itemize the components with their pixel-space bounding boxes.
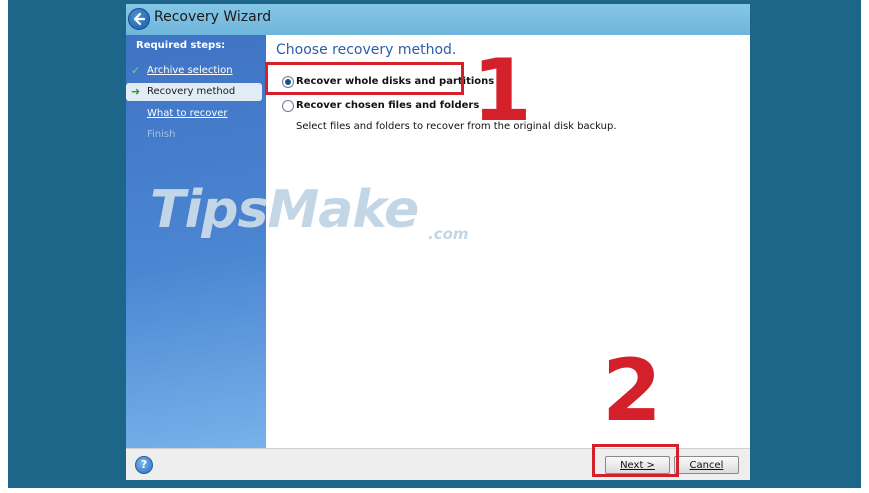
sidebar-item-label: Archive selection (147, 65, 233, 76)
step-marker-1: 1 (472, 41, 532, 141)
sidebar-item-finish: Finish (126, 126, 266, 144)
sidebar-item-recovery-method[interactable]: ➜ Recovery method (126, 83, 262, 101)
sidebar-item-label: Recovery method (147, 86, 236, 97)
option-description: Select files and folders to recover from… (296, 121, 617, 132)
image-border-bottom (0, 488, 869, 493)
title-bar: Recovery Wizard (126, 4, 750, 35)
window-title: Recovery Wizard (154, 9, 272, 25)
radio-button[interactable] (282, 100, 294, 112)
sidebar-item-label: Finish (147, 129, 176, 140)
back-arrow-icon[interactable] (128, 8, 150, 30)
watermark-suffix: .com (428, 225, 469, 243)
steps-sidebar: Required steps: ✓ Archive selection ➜ Re… (126, 35, 266, 448)
sidebar-item-what-to-recover[interactable]: What to recover (126, 105, 266, 123)
sidebar-title: Required steps: (136, 40, 226, 51)
watermark-logo: TipsMake (150, 180, 419, 240)
option-label: Recover chosen files and folders (296, 100, 480, 111)
cancel-button-label: Cancel (689, 460, 724, 471)
help-icon[interactable]: ? (135, 456, 153, 474)
checkmark-icon: ✓ (131, 64, 141, 77)
page-title: Choose recovery method. (276, 42, 457, 58)
cancel-button[interactable]: Cancel (674, 456, 739, 474)
highlight-box-option (265, 62, 464, 95)
sidebar-item-label: What to recover (147, 108, 228, 119)
image-border-left (0, 0, 8, 493)
step-marker-2: 2 (602, 341, 662, 441)
current-step-arrow-icon: ➜ (131, 85, 141, 98)
sidebar-item-archive-selection[interactable]: ✓ Archive selection (126, 62, 266, 80)
highlight-box-next (592, 444, 679, 477)
image-border-right (861, 0, 869, 493)
